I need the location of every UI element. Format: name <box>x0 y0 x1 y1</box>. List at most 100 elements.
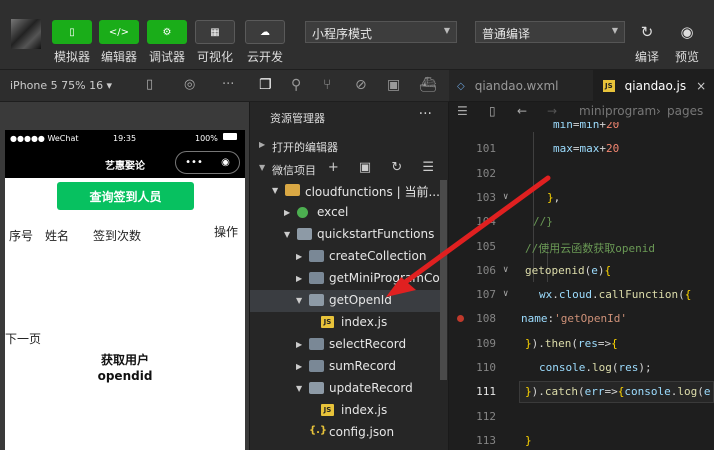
chevron-down-icon: ▼ <box>296 384 303 393</box>
folder-open-icon <box>297 228 312 240</box>
simulator-area: ●●●●● WeChat 19:35 100% 艺惠娶论 ••• ◉ 查询签到人… <box>0 102 249 450</box>
fold-chevron-icon[interactable]: ∨ <box>503 192 508 202</box>
chevron-down-icon: ▼ <box>284 230 291 239</box>
code-line: }, <box>547 190 561 204</box>
files-icon[interactable]: ❐ <box>259 77 272 93</box>
list-icon[interactable]: ☰ <box>457 104 468 118</box>
explorer-more-icon[interactable]: ··· <box>419 106 432 122</box>
back-arrow-icon[interactable]: ← <box>517 104 527 118</box>
get-openid-button[interactable]: 获取用户 opendid <box>85 352 165 384</box>
tree-item[interactable]: JS index.js <box>250 312 440 334</box>
menu-capsule[interactable]: ••• ◉ <box>175 151 240 174</box>
code-editor[interactable]: min=min+20 101 max=max+20 102 103 ∨}, 104 //} 10… <box>449 122 714 450</box>
search-icon[interactable]: ⚲ <box>291 77 301 93</box>
docker-icon[interactable]: ⛴ <box>419 77 437 93</box>
tree-item-label: index.js <box>341 403 388 417</box>
cloud-dev-button[interactable]: ☁ 云开发 <box>245 20 285 65</box>
simulator-toggle[interactable]: ▯ 模拟器 <box>52 20 92 65</box>
explorer-scrollbar[interactable] <box>440 180 447 380</box>
column-header-action: 操作 <box>214 225 239 239</box>
editor-toggle[interactable]: </> 编辑器 <box>99 20 139 65</box>
column-header-name: 姓名 <box>45 229 70 243</box>
next-page-link[interactable]: 下一页 <box>5 330 41 347</box>
avatar[interactable] <box>11 19 41 49</box>
code-line: console.log(res); <box>539 361 652 374</box>
preview-button[interactable]: ◉ 预览 <box>672 20 702 65</box>
device-select[interactable]: iPhone 5 75% 16 ▾ <box>10 79 112 92</box>
breadcrumb-pages[interactable]: pages <box>667 104 703 118</box>
compile-select-value: 普通编译 <box>482 27 531 41</box>
close-circle-icon[interactable]: ◉ <box>221 157 230 168</box>
tab-qiandao-wxml[interactable]: ◇ qiandao.wxml <box>455 70 593 102</box>
excel-icon <box>297 207 308 218</box>
chevron-right-icon: ▶ <box>296 252 303 261</box>
open-editors-section[interactable]: ▶ 打开的编辑器 <box>250 135 450 157</box>
line-number: 104 <box>476 215 496 229</box>
line-number: 105 <box>476 239 496 253</box>
debug-icon[interactable]: ⊘ <box>355 77 367 93</box>
code-line: //使用云函数获取openid <box>525 241 655 255</box>
mode-select[interactable]: 小程序模式 ▼ <box>305 21 457 43</box>
forward-arrow-icon[interactable]: → <box>547 104 557 118</box>
more-dots-icon[interactable]: ••• <box>185 157 203 168</box>
compile-select[interactable]: 普通编译 ▼ <box>475 21 625 43</box>
tree-item[interactable]: ▶ getMiniProgramCode <box>250 268 440 290</box>
activity-bar: ❐ ⚲ ⑂ ⊘ ▣ ⛴ <box>249 70 449 102</box>
tree-item[interactable]: JS index.js <box>250 400 440 422</box>
phone-nav-bar: 艺惠娶论 ••• ◉ <box>5 148 245 178</box>
line-number: 107 <box>476 288 496 302</box>
bookmark-icon[interactable]: ▯ <box>489 104 496 118</box>
code-line: } <box>525 433 532 447</box>
record-icon[interactable]: ◎ <box>184 77 195 92</box>
chevron-down-icon: ▼ <box>272 186 279 195</box>
line-number: 110 <box>476 361 496 374</box>
query-signin-button[interactable]: 查询签到人员 <box>57 182 194 210</box>
compile-button[interactable]: ↻ 编译 <box>632 20 662 65</box>
json-file-icon: {.} <box>309 425 328 436</box>
line-number: 102 <box>476 166 496 180</box>
tree-item[interactable]: ▶ sumRecord <box>250 356 440 378</box>
tree-item-label: createCollection <box>329 249 427 263</box>
battery-icon <box>223 133 237 140</box>
project-tools[interactable]: + ▣ ↻ ☰ <box>328 160 442 175</box>
fold-chevron-icon[interactable]: ∨ <box>503 265 508 275</box>
line-number: 112 <box>476 409 496 423</box>
tree-item[interactable]: ▼ cloudfunctions | 当前... <box>250 180 440 202</box>
line-number: 106 <box>476 263 496 277</box>
breadcrumb-miniprogram[interactable]: miniprogram <box>579 104 656 118</box>
code-line: name:'getOpenId' <box>521 312 627 326</box>
more-icon[interactable]: ··· <box>222 77 234 92</box>
tree-item[interactable]: ▶ selectRecord <box>250 334 440 356</box>
folder-open-icon <box>309 294 324 306</box>
eye-icon: ◉ <box>680 23 694 41</box>
chevron-right-icon: ▶ <box>296 340 303 349</box>
tree-item[interactable]: ▶ createCollection <box>250 246 440 268</box>
phone-rotate-icon[interactable]: ▯ <box>146 77 153 92</box>
cloud-dev-label: 云开发 <box>246 50 283 64</box>
extensions-icon[interactable]: ▣ <box>387 77 400 93</box>
carrier-label: ●●●●● WeChat <box>10 134 79 143</box>
debugger-toggle[interactable]: ⚙ 调试器 <box>147 20 187 65</box>
close-icon[interactable]: × <box>696 79 706 93</box>
xml-file-icon: ◇ <box>457 80 465 92</box>
tree-item[interactable]: ▼ updateRecord <box>250 378 440 400</box>
source-control-icon[interactable]: ⑂ <box>323 77 331 93</box>
tree-item[interactable]: ▼ quickstartFunctions <box>250 224 440 246</box>
tab-qiandao-js[interactable]: JS qiandao.js × <box>593 70 714 102</box>
tab-label: qiandao.js <box>624 79 687 93</box>
tree-item-label: index.js <box>341 315 388 329</box>
layout-icon: ▦ <box>195 20 235 44</box>
chevron-right-icon: ▶ <box>259 140 266 149</box>
tree-item[interactable]: ▶ excel <box>250 202 440 224</box>
code-line: }).then(res=>{ <box>525 336 618 350</box>
project-section[interactable]: ▼ 微信项目 + ▣ ↻ ☰ <box>250 158 450 180</box>
tree-item-label: sumRecord <box>329 359 397 373</box>
fold-chevron-icon[interactable]: ∨ <box>503 289 508 299</box>
column-header-count: 签到次数 <box>93 229 142 243</box>
folder-icon <box>309 250 324 262</box>
tree-item[interactable]: {.} config.json <box>250 422 440 444</box>
compile-label: 编译 <box>634 50 659 64</box>
tree-item[interactable]: ▼ getOpenId <box>250 290 440 312</box>
visual-toggle[interactable]: ▦ 可视化 <box>195 20 235 65</box>
folder-icon <box>309 360 324 372</box>
